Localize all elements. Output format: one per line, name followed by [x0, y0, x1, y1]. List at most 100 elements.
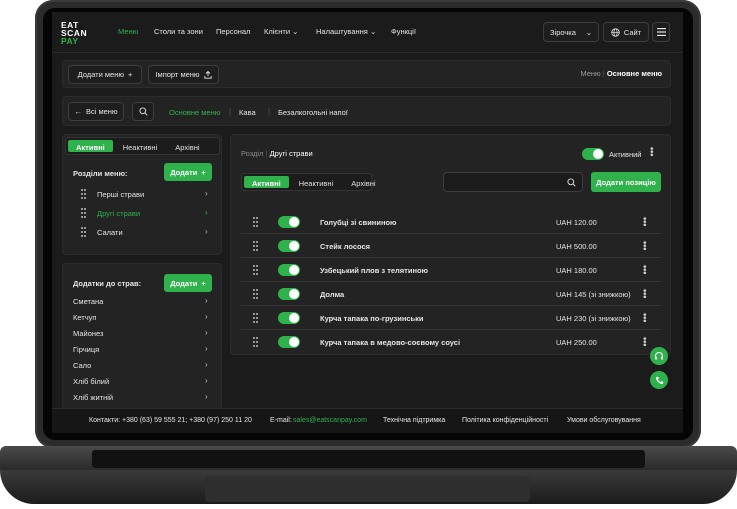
arrow-left-icon: ←	[74, 107, 82, 116]
drag-handle-icon[interactable]	[253, 289, 259, 299]
chevron-right-icon: ›	[205, 296, 208, 305]
add-menu-label: Додати меню	[77, 70, 124, 79]
nav-item-settings-label: Налаштування	[316, 27, 368, 36]
restaurant-select[interactable]: Зірочка ⌄	[543, 22, 599, 42]
section-status-toggle[interactable]	[582, 148, 604, 160]
menu-tab-main[interactable]: Основне меню	[169, 108, 220, 117]
chevron-right-icon: ›	[205, 360, 208, 369]
more-vertical-icon[interactable]: •••	[640, 217, 650, 226]
section-item-label: Перші страви	[97, 190, 145, 199]
chevron-right-icon: ›	[205, 189, 208, 198]
dish-active-toggle[interactable]	[278, 312, 300, 324]
footer-email-link[interactable]: sales@eatscanpay.com	[293, 417, 367, 424]
section-item-label: Другі страви	[97, 209, 141, 218]
drag-handle-icon[interactable]	[253, 313, 259, 323]
nav-item-staff[interactable]: Персонал	[216, 27, 250, 36]
dishes-tab-inactive[interactable]: Неактивні	[291, 176, 342, 188]
laptop-front	[0, 470, 737, 504]
hamburger-menu-button[interactable]	[652, 22, 670, 42]
drag-handle-icon[interactable]	[81, 227, 87, 237]
headset-icon	[655, 352, 663, 360]
more-vertical-icon[interactable]: •••	[640, 289, 650, 298]
menu-selector-bar: ← Всі меню Основне меню | Кава | Безалко…	[62, 96, 671, 126]
dish-price: UAH 145 (зі знижкою)	[556, 290, 631, 299]
dishes-tab-archived[interactable]: Архівні	[343, 176, 383, 188]
import-menu-button[interactable]: Імпорт меню	[148, 65, 219, 84]
logo[interactable]: EAT SCAN PAY	[61, 21, 97, 46]
call-button[interactable]	[650, 371, 668, 389]
more-vertical-icon[interactable]: •••	[640, 313, 650, 322]
section-breadcrumb-root[interactable]: Розділ	[241, 149, 263, 158]
drag-handle-icon[interactable]	[81, 208, 87, 218]
dish-price: UAH 120.00	[556, 218, 597, 227]
dish-price: UAH 180.00	[556, 266, 597, 275]
laptop-keyboard	[92, 450, 645, 468]
drag-handle-icon[interactable]	[253, 241, 259, 251]
dish-name: Курча тапака в медово-соєвому соусі	[320, 338, 461, 347]
nav-item-menu[interactable]: Меню	[118, 27, 138, 36]
menu-search-button[interactable]	[132, 102, 154, 121]
addon-item-label: Майонез	[73, 329, 104, 338]
upload-icon	[203, 70, 212, 79]
add-section-label: Додати	[170, 167, 198, 177]
more-vertical-icon[interactable]: •••	[647, 147, 657, 156]
addon-item-label: Кетчуп	[73, 313, 97, 322]
dishes-tabs: Активні Неактивні Архівні	[241, 173, 376, 191]
dish-price: UAH 250.00	[556, 338, 597, 347]
breadcrumb-root[interactable]: Меню	[580, 69, 600, 78]
drag-handle-icon[interactable]	[81, 189, 87, 199]
chevron-right-icon: ›	[205, 312, 208, 321]
add-addon-button[interactable]: Додати +	[164, 274, 212, 292]
chevron-right-icon: ›	[205, 376, 208, 385]
more-vertical-icon[interactable]: •••	[640, 265, 650, 274]
nav-item-tables[interactable]: Столи та зони	[154, 27, 203, 36]
drag-handle-icon[interactable]	[253, 217, 259, 227]
sections-panel: Активні Неактивні Архівні Розділи меню: …	[62, 134, 222, 255]
section-status-label: Активний	[609, 150, 642, 159]
sections-tab-active[interactable]: Активні	[68, 140, 113, 152]
all-menus-button[interactable]: ← Всі меню	[68, 102, 124, 121]
dish-active-toggle[interactable]	[278, 288, 300, 300]
dish-name: Стейк лосося	[320, 242, 371, 251]
plus-icon: +	[201, 167, 206, 177]
dish-active-toggle[interactable]	[278, 336, 300, 348]
menu-tab-soft-drinks[interactable]: Безалкогольні напої	[278, 108, 348, 117]
chevron-down-icon: ⌄	[369, 27, 377, 36]
sections-tab-archived[interactable]: Архівні	[167, 140, 207, 152]
chevron-right-icon: ›	[205, 328, 208, 337]
dishes-tab-active[interactable]: Активні	[244, 176, 289, 188]
menu-tab-coffee[interactable]: Кава	[239, 108, 256, 117]
dish-name: Узбецький плов з телятиною	[320, 266, 428, 275]
dish-active-toggle[interactable]	[278, 264, 300, 276]
dish-active-toggle[interactable]	[278, 240, 300, 252]
sections-tabs: Активні Неактивні Архівні	[65, 137, 220, 155]
drag-handle-icon[interactable]	[253, 337, 259, 347]
chevron-right-icon: ›	[205, 344, 208, 353]
more-vertical-icon[interactable]: •••	[640, 337, 650, 346]
sections-tab-inactive[interactable]: Неактивні	[115, 140, 166, 152]
dish-price: UAH 230 (зі знижкою)	[556, 314, 631, 323]
chevron-down-icon: ⌄	[292, 27, 299, 36]
dishes-panel: Розділ | Другі страви Активний ••• Актив…	[230, 134, 671, 355]
sections-title: Розділи меню:	[73, 169, 128, 178]
add-menu-button[interactable]: Додати меню +	[68, 65, 142, 84]
footer-support-link[interactable]: Технічна підтримка	[383, 417, 445, 424]
dish-search-input[interactable]	[443, 172, 583, 192]
site-button[interactable]: Сайт	[603, 22, 649, 42]
more-vertical-icon[interactable]: •••	[640, 241, 650, 250]
dish-active-toggle[interactable]	[278, 216, 300, 228]
footer-terms-link[interactable]: Умови обслуговування	[567, 417, 641, 424]
section-item-label: Салати	[97, 228, 123, 237]
add-section-button[interactable]: Додати +	[164, 163, 212, 181]
drag-handle-icon[interactable]	[253, 265, 259, 275]
dish-price: UAH 500.00	[556, 242, 597, 251]
dish-name: Голубці зі свининою	[320, 218, 397, 227]
nav-item-functions[interactable]: Функції	[391, 27, 416, 36]
nav-item-settings[interactable]: Налаштування ⌄	[316, 27, 376, 36]
nav-item-clients[interactable]: Клієнти ⌄	[264, 27, 298, 36]
support-chat-button[interactable]	[650, 347, 668, 365]
menu-toolbar: Додати меню + Імпорт меню Меню | Основне…	[62, 60, 671, 88]
row-divider	[241, 233, 661, 234]
add-position-button[interactable]: Додати позицію	[591, 172, 661, 192]
footer-privacy-link[interactable]: Політика конфіденційності	[462, 417, 548, 424]
